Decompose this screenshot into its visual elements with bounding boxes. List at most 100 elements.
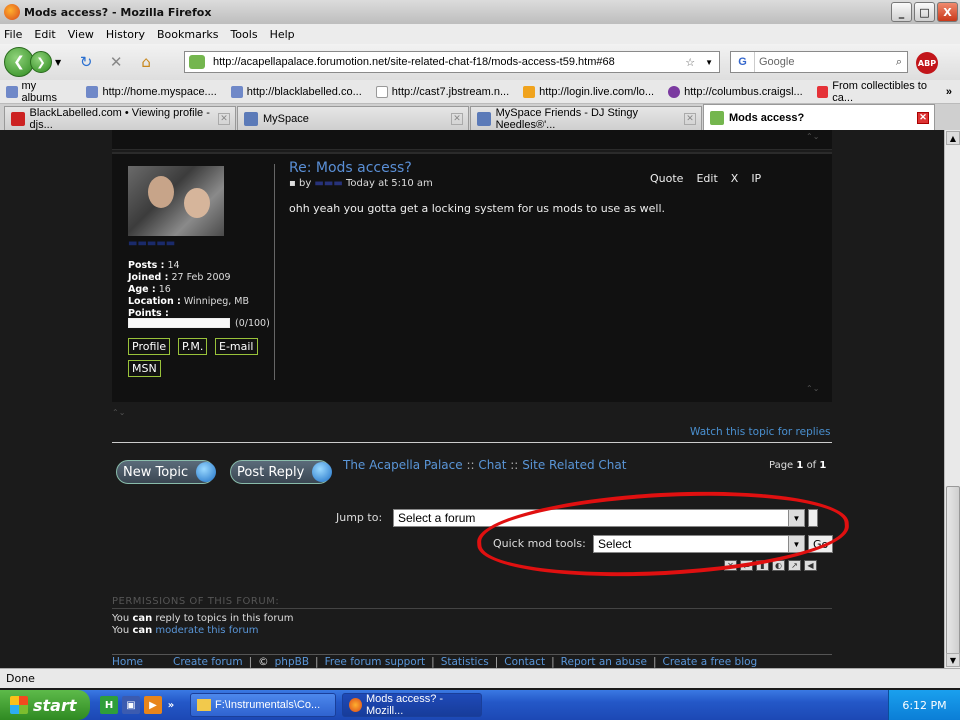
forum-post: ▬▬▬▬▬ Posts : 14 Joined : 27 Feb 2009 Ag… xyxy=(112,152,832,402)
scroll-down-icon[interactable]: ▼ xyxy=(946,653,960,667)
scroll-up-icon[interactable]: ▲ xyxy=(946,131,960,145)
quote-button[interactable]: Quote xyxy=(650,172,683,185)
jump-to-label: Jump to: xyxy=(336,511,383,524)
post-bottom-arrows-icon[interactable]: ⌃⌄ xyxy=(112,408,125,417)
quicklaunch-overflow-icon[interactable]: » xyxy=(166,696,176,714)
breadcrumb: The Acapella Palace :: Chat :: Site Rela… xyxy=(343,458,627,472)
tab-close-icon[interactable]: ✕ xyxy=(917,111,929,124)
footer-support-link[interactable]: Free forum support xyxy=(325,656,426,668)
clock: 6:12 PM xyxy=(902,698,947,712)
footer-blog-link[interactable]: Create a free blog xyxy=(662,656,757,668)
quicklaunch-media-icon[interactable]: ▶ xyxy=(144,696,162,714)
msn-button[interactable]: MSN xyxy=(128,360,161,377)
menu-bookmarks[interactable]: Bookmarks xyxy=(157,28,218,41)
address-bar[interactable]: http://acapellapalace.forumotion.net/sit… xyxy=(184,51,720,73)
url-text[interactable]: http://acapellapalace.forumotion.net/sit… xyxy=(213,56,685,68)
menu-bar: File Edit View History Bookmarks Tools H… xyxy=(0,24,960,44)
quick-launch: H ▣ ▶ » xyxy=(100,696,176,714)
window-titlebar: Mods access? - Mozilla Firefox _ □ X xyxy=(0,0,960,24)
post-nav-arrows-icon[interactable]: ⌃⌄ xyxy=(806,132,819,141)
url-dropdown-icon[interactable]: ▼ xyxy=(705,58,713,67)
footer-create-forum-link[interactable]: Create forum xyxy=(173,656,243,668)
footer-contact-link[interactable]: Contact xyxy=(504,656,545,668)
vertical-scrollbar[interactable]: ▲ ▼ xyxy=(944,130,960,668)
watch-topic-link[interactable]: Watch this topic for replies xyxy=(690,426,831,438)
menu-file[interactable]: File xyxy=(4,28,22,41)
status-bar: Done xyxy=(0,668,960,688)
history-dropdown-icon[interactable]: ▼ xyxy=(55,58,61,67)
post-icon: ▪ xyxy=(289,178,296,189)
breadcrumb-site-related-chat[interactable]: Site Related Chat xyxy=(522,458,626,472)
breadcrumb-forum[interactable]: The Acapella Palace xyxy=(343,458,463,472)
forward-button[interactable]: ❯ xyxy=(30,51,52,73)
bookmark-item[interactable]: http://columbus.craigsl... xyxy=(668,85,803,98)
menu-tools[interactable]: Tools xyxy=(230,28,257,41)
post-author-link[interactable]: ▬▬▬ xyxy=(314,178,342,189)
bookmark-item[interactable]: http://home.myspace.... xyxy=(86,85,217,98)
reload-icon[interactable]: ↻ xyxy=(75,51,97,73)
ip-button[interactable]: IP xyxy=(751,172,761,185)
tab-close-icon[interactable]: ✕ xyxy=(218,112,230,125)
footer-report-link[interactable]: Report an abuse xyxy=(561,656,647,668)
tab-close-icon[interactable]: ✕ xyxy=(684,112,696,125)
menu-history[interactable]: History xyxy=(106,28,145,41)
minimize-button[interactable]: _ xyxy=(891,2,912,22)
bookmark-item[interactable]: http://login.live.com/lo... xyxy=(523,85,654,98)
profile-button[interactable]: Profile xyxy=(128,338,171,355)
tab-myspace-friends[interactable]: MySpace Friends - DJ Stingy Needles®'...… xyxy=(470,106,702,131)
breadcrumb-chat[interactable]: Chat xyxy=(478,458,506,472)
search-input[interactable]: Google xyxy=(759,56,896,68)
tab-myspace[interactable]: MySpace ✕ xyxy=(237,106,469,130)
bookmark-item[interactable]: http://cast7.jbstream.n... xyxy=(375,85,509,98)
maximize-button[interactable]: □ xyxy=(914,2,935,22)
menu-edit[interactable]: Edit xyxy=(34,28,55,41)
edit-button[interactable]: Edit xyxy=(696,172,717,185)
taskbar-firefox-button[interactable]: Mods access? - Mozill... xyxy=(342,693,482,717)
delete-button[interactable]: X xyxy=(731,172,739,185)
bookmark-icon xyxy=(86,85,99,98)
start-button[interactable]: start xyxy=(0,690,90,720)
firefox-icon xyxy=(349,698,362,712)
post-nav-arrows-icon[interactable]: ⌃⌄ xyxy=(806,384,819,393)
bookmark-item[interactable]: http://blacklabelled.co... xyxy=(230,85,362,98)
bookmark-star-icon[interactable]: ☆ xyxy=(685,56,695,69)
tab-mods-access[interactable]: Mods access? ✕ xyxy=(703,104,935,130)
pm-button[interactable]: P.M. xyxy=(178,338,208,355)
windows-live-icon xyxy=(523,85,536,98)
taskbar-explorer-button[interactable]: F:\Instrumentals\Co... xyxy=(190,693,336,717)
home-icon[interactable]: ⌂ xyxy=(135,51,157,73)
bookmark-item[interactable]: my albums xyxy=(6,80,72,104)
quicklaunch-app-icon[interactable]: H xyxy=(100,696,118,714)
bookmark-item[interactable]: From collectibles to ca... xyxy=(816,80,946,104)
trash-topic-icon[interactable]: ◀ xyxy=(804,560,817,571)
footer-home-link[interactable]: Home xyxy=(112,656,143,668)
footer-phpbb-link[interactable]: phpBB xyxy=(275,656,309,668)
post-title[interactable]: Re: Mods access? xyxy=(289,160,412,176)
tab-blacklabelled[interactable]: BlackLabelled.com • Viewing profile - dj… xyxy=(4,106,236,131)
new-topic-button[interactable]: New Topic xyxy=(116,460,217,484)
windows-taskbar: start H ▣ ▶ » F:\Instrumentals\Co... Mod… xyxy=(0,690,960,720)
menu-help[interactable]: Help xyxy=(270,28,295,41)
footer-statistics-link[interactable]: Statistics xyxy=(441,656,489,668)
google-engine-icon[interactable]: G xyxy=(731,52,755,72)
email-button[interactable]: E-mail xyxy=(215,338,258,355)
tab-favicon-icon xyxy=(11,111,25,126)
adblock-plus-icon[interactable]: ABP xyxy=(916,52,938,74)
ebay-icon xyxy=(816,85,829,98)
points-progress-bar: (0/100) xyxy=(128,318,270,329)
merge-topic-icon[interactable]: ↗ xyxy=(788,560,801,571)
quicklaunch-app-icon[interactable]: ▣ xyxy=(122,696,140,714)
navigation-toolbar: ❮ ❯ ▼ ↻ ✕ ⌂ http://acapellapalace.forumo… xyxy=(0,44,960,80)
scrollbar-thumb[interactable] xyxy=(946,486,960,656)
menu-view[interactable]: View xyxy=(68,28,94,41)
tab-close-icon[interactable]: ✕ xyxy=(451,112,463,125)
bookmarks-toolbar: my albums http://home.myspace.... http:/… xyxy=(0,80,960,104)
close-button[interactable]: X xyxy=(937,2,958,22)
search-magnifier-icon[interactable]: ⌕ xyxy=(896,56,902,69)
post-author-name[interactable]: ▬▬▬▬▬ xyxy=(128,238,188,249)
post-reply-button[interactable]: Post Reply xyxy=(230,460,333,484)
stop-icon[interactable]: ✕ xyxy=(105,51,127,73)
bookmarks-overflow-icon[interactable]: » xyxy=(946,86,952,98)
search-box[interactable]: G Google ⌕ xyxy=(730,51,908,73)
moderate-forum-link[interactable]: moderate this forum xyxy=(155,625,258,636)
